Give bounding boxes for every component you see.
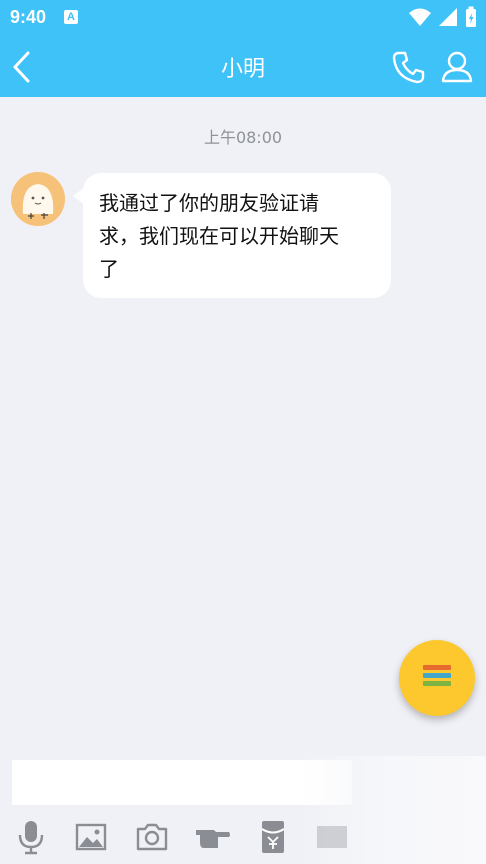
message-input[interactable] [12, 760, 352, 805]
user-profile-icon [441, 51, 473, 83]
poke-icon [196, 830, 230, 848]
camera-button[interactable] [133, 818, 171, 856]
red-packet-icon [261, 821, 285, 853]
status-icons [408, 6, 478, 28]
phone-icon [392, 51, 425, 84]
image-button[interactable] [72, 818, 110, 856]
floating-menu-button[interactable] [399, 640, 475, 716]
message-timestamp: 上午08:00 [203, 128, 283, 147]
red-packet-button[interactable] [254, 818, 292, 856]
poke-button[interactable] [194, 818, 232, 856]
more-icon [317, 826, 347, 848]
wifi-icon [408, 8, 431, 26]
message-line: 我通过了你的朋友验证请 [99, 191, 319, 215]
contact-avatar[interactable] [11, 172, 65, 226]
status-bar: 9:40 A [0, 0, 486, 36]
status-time: 9:40 [10, 7, 47, 27]
more-button[interactable] [315, 818, 353, 856]
cartoon-avatar-icon [11, 172, 65, 226]
notification-badge: A [64, 10, 78, 24]
message-line: 了 [99, 257, 119, 281]
chat-header: 小明 [0, 36, 486, 97]
menu-icon-bar [423, 673, 451, 678]
call-button[interactable] [390, 48, 428, 86]
menu-icon-bar [423, 665, 451, 670]
signal-icon [438, 8, 457, 26]
menu-icon-bar [423, 681, 451, 686]
battery-icon [466, 6, 476, 27]
message-bubble[interactable]: 我通过了你的朋友验证请 求，我们现在可以开始聊天 了 [83, 173, 391, 298]
voice-button[interactable] [12, 818, 50, 856]
camera-icon [136, 823, 168, 851]
image-icon [75, 823, 107, 851]
microphone-icon [18, 821, 44, 855]
message-line: 求，我们现在可以开始聊天 [99, 224, 339, 248]
profile-button[interactable] [438, 48, 476, 86]
